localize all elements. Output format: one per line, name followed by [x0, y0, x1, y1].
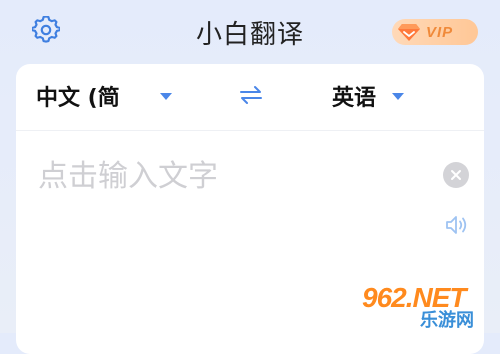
close-circle-icon	[450, 166, 462, 185]
swap-languages-button[interactable]	[236, 82, 266, 112]
target-language-selector[interactable]: 英语	[332, 78, 405, 114]
source-language-label: 中文 (简	[36, 86, 120, 111]
watermark-subtitle: 乐游网	[420, 310, 474, 331]
caret-down-icon	[159, 92, 172, 100]
target-language-label: 英语	[332, 86, 377, 111]
caret-down-icon	[392, 92, 405, 100]
speaker-icon	[444, 214, 470, 240]
source-language-selector[interactable]: 中文 (简	[36, 78, 172, 114]
swap-arrows-icon	[239, 85, 263, 109]
vip-button[interactable]: VIP	[392, 19, 478, 45]
speaker-button[interactable]	[444, 214, 470, 240]
language-selector-row: 中文 (简 英语	[16, 64, 484, 131]
clear-button[interactable]	[443, 162, 469, 188]
vip-label: VIP	[426, 23, 454, 41]
source-text-input[interactable]	[38, 159, 428, 194]
site-watermark: 962.NET 乐游网	[362, 282, 494, 331]
diamond-icon	[394, 19, 424, 45]
top-bar: 小白翻译 VIP	[0, 0, 500, 64]
